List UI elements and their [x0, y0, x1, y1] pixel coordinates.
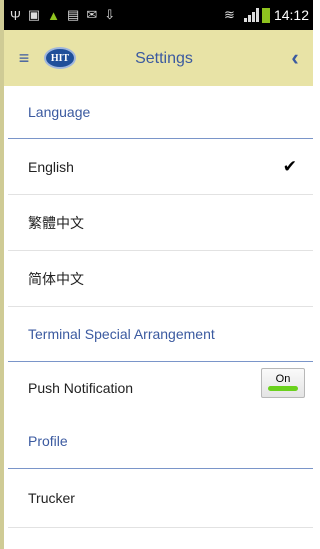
usb-icon: Ψ — [10, 7, 21, 23]
android-icon: ▲ — [47, 7, 61, 23]
app-bar: ≡ HIT Settings ‹ — [4, 30, 313, 86]
section-header-terminal: Terminal Special Arrangement — [28, 326, 215, 342]
status-bar: Ψ ▣ ▲ ▤ ✉ ⇩ ≋ 14:12 — [4, 0, 313, 30]
screen: Ψ ▣ ▲ ▤ ✉ ⇩ ≋ 14:12 ≡ HIT Settings ‹ Lan… — [0, 0, 313, 549]
push-notification-row: Push Notification On — [8, 362, 313, 414]
language-option-simplified-chinese[interactable]: 简体中文 — [8, 251, 313, 306]
option-label: 繁體中文 — [28, 214, 84, 231]
toggle-indicator — [268, 386, 298, 391]
language-option-english[interactable]: English ✔ — [8, 139, 313, 194]
checkmark-icon: ✔ — [282, 156, 297, 176]
image-icon: ▣ — [27, 7, 41, 22]
push-notification-label: Push Notification — [28, 380, 134, 396]
toggle-label: On — [275, 373, 291, 385]
row-divider — [8, 527, 313, 528]
push-notification-toggle[interactable]: On — [261, 368, 305, 398]
back-icon[interactable]: ‹ — [277, 30, 313, 86]
signal-icon — [243, 8, 259, 22]
profile-item-label: Trucker — [28, 490, 75, 506]
section-header-profile: Profile — [28, 433, 68, 449]
mail-check-icon: ✉ — [86, 7, 98, 22]
page-title: Settings — [135, 50, 193, 67]
battery-icon — [261, 7, 270, 23]
section-header-language: Language — [28, 104, 91, 120]
option-label: 简体中文 — [28, 270, 84, 287]
logo-text: HIT — [50, 52, 70, 64]
option-label: English — [28, 158, 74, 175]
hit-logo: HIT — [44, 47, 76, 69]
wifi-icon: ≋ — [224, 7, 235, 22]
file-icon: ▤ — [67, 7, 80, 22]
download-icon: ⇩ — [104, 7, 116, 22]
menu-icon[interactable]: ≡ — [4, 30, 44, 86]
profile-item-trucker[interactable]: Trucker — [8, 469, 313, 527]
status-time: 14:12 — [273, 7, 309, 23]
language-option-traditional-chinese[interactable]: 繁體中文 — [8, 195, 313, 250]
